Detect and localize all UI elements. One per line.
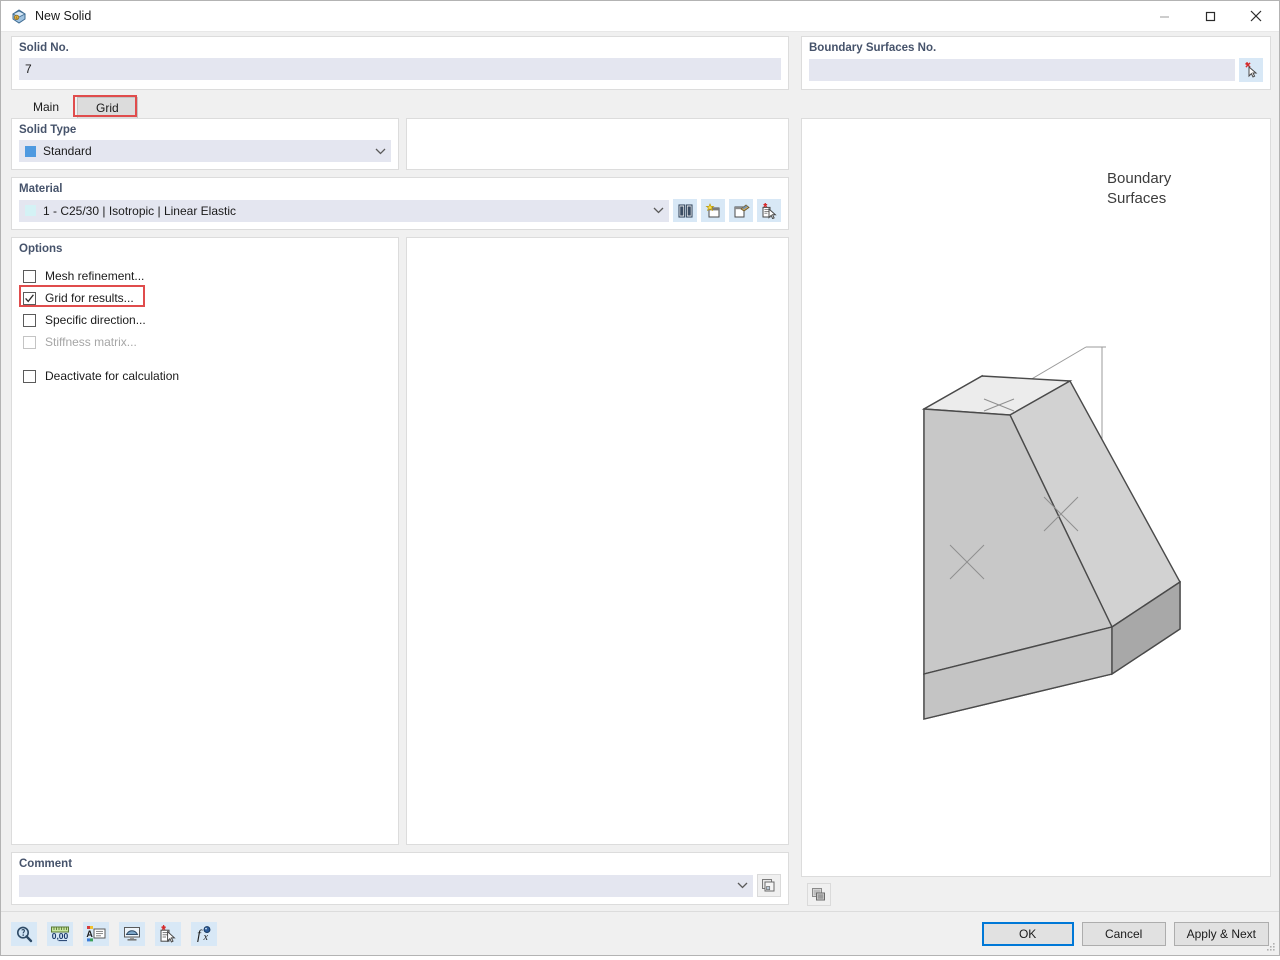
ok-button[interactable]: OK (981, 921, 1074, 946)
annotation-line-2: Surfaces (1107, 190, 1167, 207)
tab-grid[interactable]: Grid (77, 97, 138, 118)
solid-icon: $ (11, 8, 27, 24)
units-decimal-places-icon[interactable]: 0,00 (47, 921, 73, 946)
solid-type-group: Solid Type Standard (11, 118, 399, 170)
options-label: Options (19, 243, 63, 255)
options-group: Options Mesh refinement... Grid for resu… (11, 237, 399, 845)
boundary-surfaces-row (809, 58, 1263, 82)
minimize-button[interactable] (1141, 1, 1187, 32)
options-row: Options Mesh refinement... Grid for resu… (11, 237, 789, 845)
comment-templates-button[interactable] (757, 874, 781, 897)
render-options-button[interactable] (807, 882, 831, 906)
option-label: Deactivate for calculation (45, 369, 180, 383)
boundary-surfaces-input[interactable] (809, 59, 1235, 81)
pick-material-button[interactable] (757, 199, 781, 222)
dialog-body: Solid Type Standard Material 1 - C25/30 … (1, 118, 1279, 911)
boundary-surfaces-annotation: Boundary Surfaces (1107, 169, 1171, 209)
svg-text:f: f (197, 928, 203, 943)
apply-next-button[interactable]: Apply & Next (1173, 921, 1269, 946)
solid-type-label: Solid Type (19, 124, 77, 136)
solid-no-input[interactable] (19, 58, 781, 80)
preview-footer (801, 877, 1271, 911)
option-label: Stiffness matrix... (45, 335, 137, 349)
maximize-button[interactable] (1187, 1, 1233, 32)
tabstrip: Main Grid (1, 94, 1279, 118)
comment-combobox[interactable] (19, 874, 753, 897)
detail-settings-icon[interactable] (155, 921, 181, 946)
option-label: Grid for results... (45, 291, 134, 305)
options-extra-panel (406, 237, 789, 845)
comment-group: Comment (11, 852, 789, 905)
solid-3d-drawing (921, 346, 1181, 720)
top-fields-row: Solid No. Boundary Surfaces No. (1, 32, 1279, 94)
solid-3d-preview[interactable]: Boundary Surfaces (801, 118, 1271, 877)
material-label: Material (19, 183, 63, 195)
magnifier-icon[interactable] (11, 921, 37, 946)
solid-type-combobox[interactable]: Standard (19, 140, 391, 162)
options-spacer (19, 353, 391, 365)
boundary-surfaces-group: Boundary Surfaces No. (801, 36, 1271, 90)
left-column: Solid Type Standard Material 1 - C25/30 … (11, 118, 789, 911)
footer-toolbar: 0,00 A f x (11, 921, 217, 946)
comment-wrap: Comment (11, 845, 789, 911)
dialog-footer: 0,00 A f x OK Cancel Apply & Next (1, 911, 1279, 955)
material-row: 1 - C25/30 | Isotropic | Linear Elastic (19, 199, 781, 222)
svg-text:A: A (86, 929, 93, 939)
material-group: Material 1 - C25/30 | Isotropic | Linear… (11, 177, 789, 230)
solid-no-label: Solid No. (19, 42, 69, 54)
solid-type-value: Standard (43, 144, 92, 158)
formula-icon[interactable]: f x (191, 921, 217, 946)
close-button[interactable] (1233, 1, 1279, 32)
comment-row (19, 874, 781, 897)
material-value: 1 - C25/30 | Isotropic | Linear Elastic (43, 203, 236, 218)
checkbox-stiffness-matrix (23, 335, 36, 349)
solid-type-extra-panel (406, 118, 789, 170)
select-boundary-surfaces-button[interactable] (1239, 58, 1263, 82)
option-grid-for-results[interactable]: Grid for results... (19, 285, 391, 309)
material-color-swatch (25, 205, 36, 216)
checkbox-specific-direction[interactable] (23, 313, 36, 327)
comment-label: Comment (19, 858, 73, 870)
option-stiffness-matrix: Stiffness matrix... (19, 331, 391, 353)
option-mesh-refinement[interactable]: Mesh refinement... (19, 265, 391, 287)
solid-no-group: Solid No. (11, 36, 789, 90)
chevron-down-icon (647, 200, 669, 222)
options-list: Mesh refinement... Grid for results... S… (19, 259, 391, 387)
chevron-down-icon (369, 140, 391, 162)
window-title: New Solid (35, 9, 92, 23)
option-specific-direction[interactable]: Specific direction... (19, 309, 391, 331)
checkbox-mesh-refinement[interactable] (23, 269, 36, 283)
annotation-line-1: Boundary (1107, 170, 1172, 187)
new-material-button[interactable] (701, 199, 725, 222)
svg-text:x: x (203, 932, 209, 943)
window-controls (1141, 1, 1279, 32)
solid-type-row: Solid Type Standard (11, 118, 789, 170)
checkbox-grid-for-results[interactable] (23, 291, 36, 305)
titlebar: $ New Solid (1, 1, 1279, 32)
boundary-surfaces-label: Boundary Surfaces No. (809, 42, 937, 54)
material-library-button[interactable] (673, 199, 697, 222)
chevron-down-icon (731, 875, 753, 897)
option-label: Specific direction... (45, 313, 146, 327)
option-deactivate-for-calculation[interactable]: Deactivate for calculation (19, 365, 391, 387)
option-label: Mesh refinement... (45, 269, 145, 283)
visibility-icon[interactable] (119, 921, 145, 946)
preview-column: Boundary Surfaces (801, 118, 1271, 911)
edit-material-button[interactable] (729, 199, 753, 222)
cancel-button[interactable]: Cancel (1081, 921, 1166, 946)
checkbox-deactivate-for-calculation[interactable] (23, 369, 36, 383)
svg-text:0,00: 0,00 (52, 931, 69, 941)
resize-grip[interactable] (1264, 940, 1276, 952)
tab-main[interactable]: Main (15, 97, 77, 118)
display-properties-icon[interactable]: A (83, 921, 109, 946)
material-combobox[interactable]: 1 - C25/30 | Isotropic | Linear Elastic (19, 199, 669, 222)
new-solid-dialog: $ New Solid Solid No. Boundary Surfaces … (0, 0, 1280, 956)
solid-type-color-swatch (25, 145, 36, 157)
